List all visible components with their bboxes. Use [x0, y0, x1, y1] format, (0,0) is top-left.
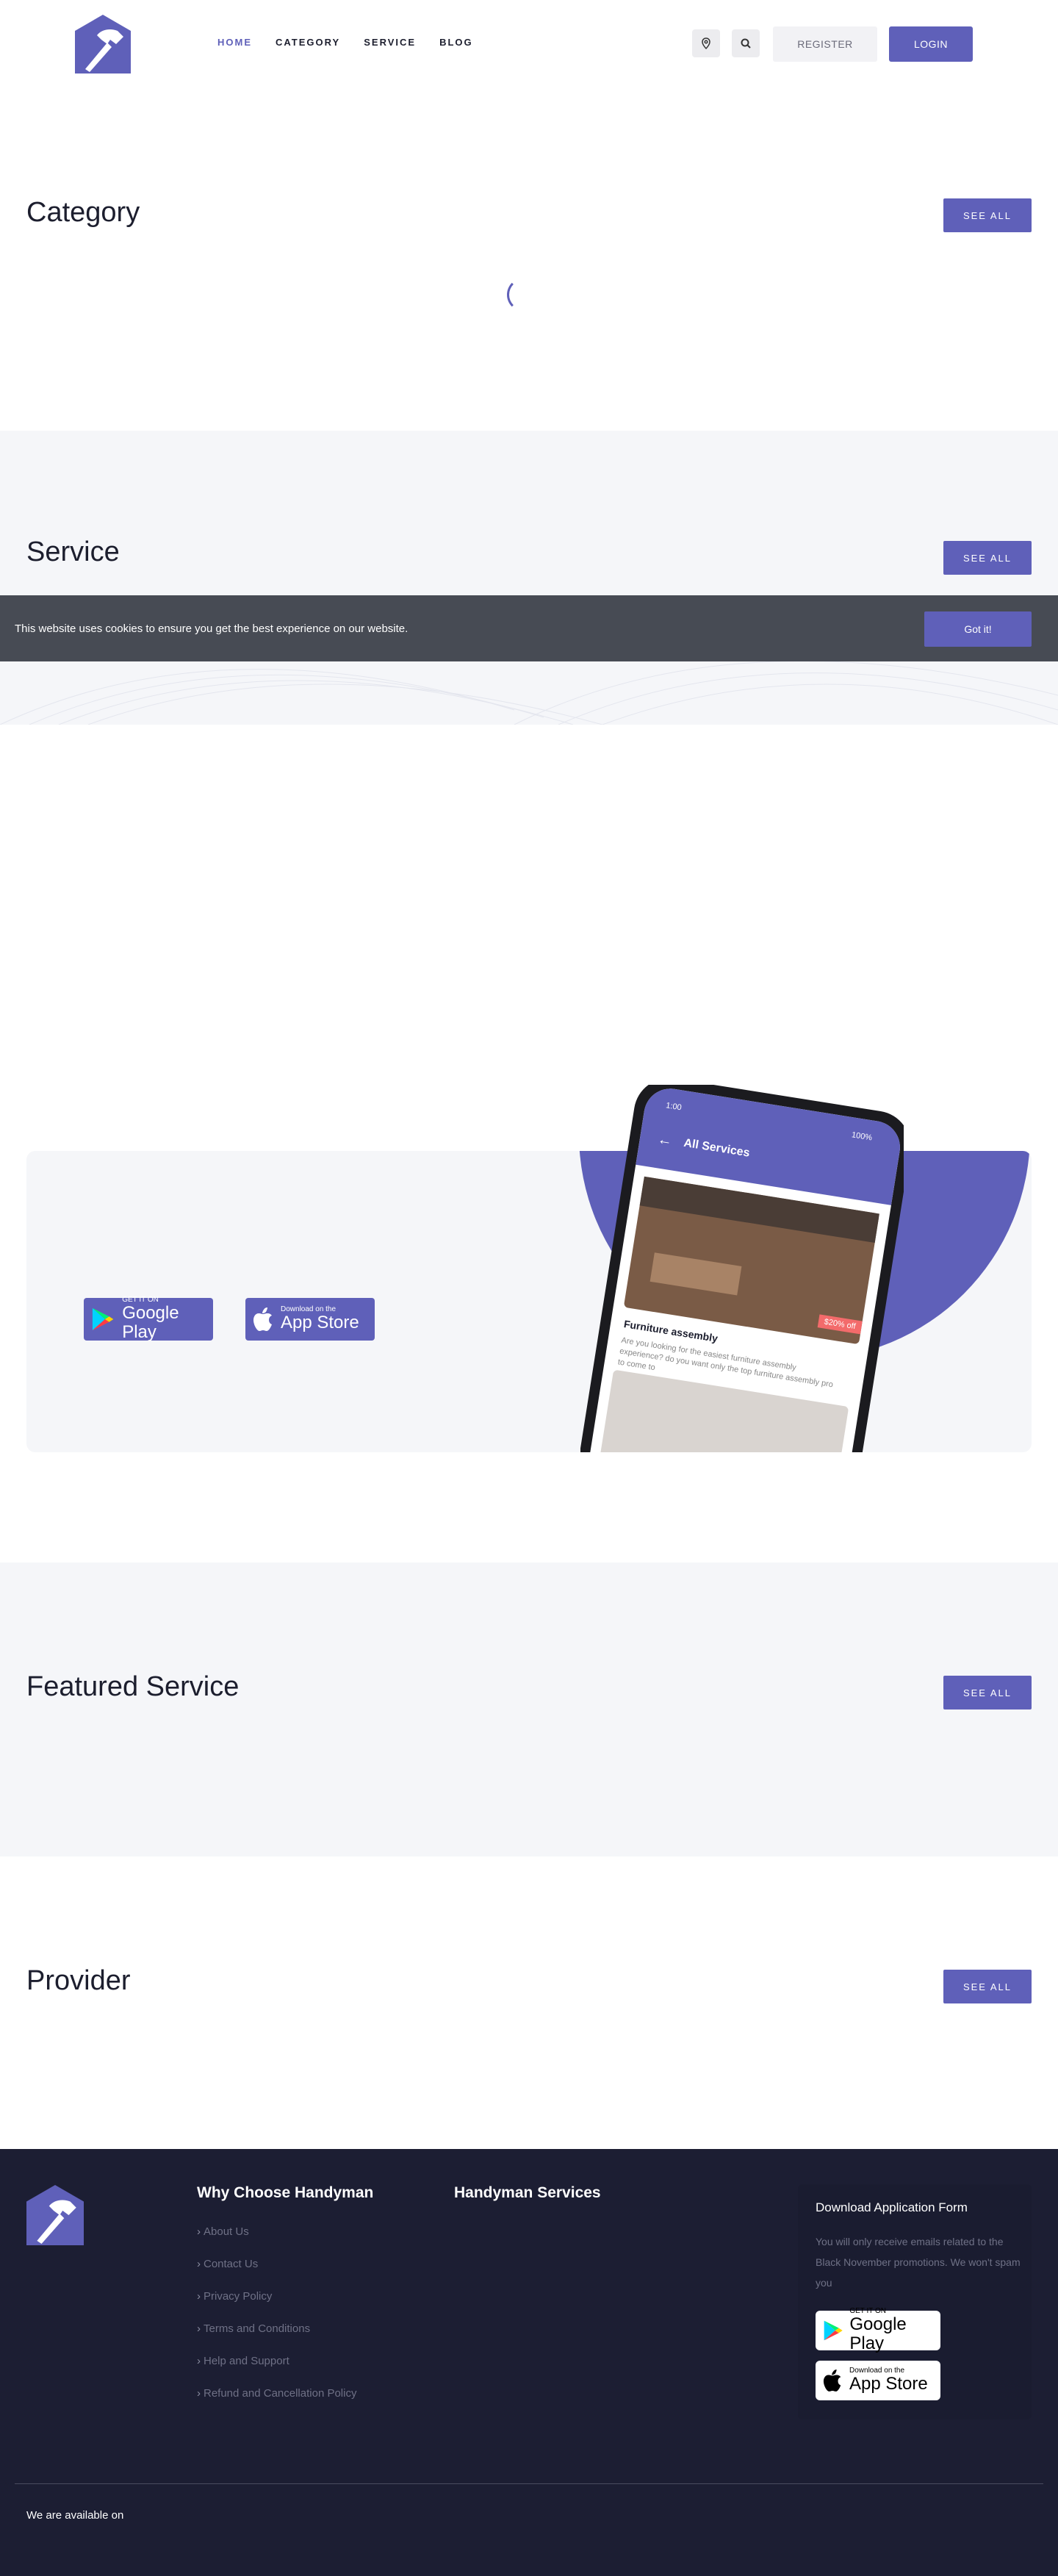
featured-section: Featured Service SEE ALL	[0, 1563, 1058, 1856]
search-button[interactable]	[732, 29, 760, 57]
app-download-section: GET IT ON Google Play Download on the App …	[0, 725, 1058, 1563]
logo-icon[interactable]	[75, 15, 131, 73]
app-store-large: App Store	[281, 1312, 359, 1332]
service-title: Service	[26, 537, 120, 567]
service-see-all-button[interactable]: SEE ALL	[943, 541, 1032, 575]
download-title: Download Application Form	[816, 2200, 968, 2214]
footer-link-help[interactable]: Help and Support	[197, 2355, 356, 2387]
google-play-icon	[92, 1307, 114, 1331]
footer-google-play-button[interactable]: GET IT ON Google Play	[816, 2307, 940, 2353]
footer-link-terms[interactable]: Terms and Conditions	[197, 2322, 356, 2355]
cookie-banner: This website uses cookies to ensure you …	[0, 595, 1058, 661]
nav-service[interactable]: SERVICE	[364, 37, 416, 48]
phone-screen-title: All Services	[683, 1136, 751, 1160]
location-button[interactable]	[692, 29, 720, 57]
nav-home[interactable]: HOME	[217, 37, 252, 48]
service-section: Service SEE ALL	[0, 431, 1058, 725]
main-nav: HOME CATEGORY SERVICE BLOG	[217, 37, 473, 48]
phone-time: 1:00	[665, 1101, 683, 1113]
nav-blog[interactable]: BLOG	[439, 37, 473, 48]
category-section: Category SEE ALL	[0, 88, 1058, 431]
footer-col2-title: Handyman Services	[454, 2184, 601, 2201]
category-see-all-button[interactable]: SEE ALL	[943, 198, 1032, 232]
footer-links: About Us Contact Us Privacy Policy Terms…	[197, 2225, 356, 2419]
site-header: HOME CATEGORY SERVICE BLOG REGISTER LOGI…	[0, 0, 1058, 88]
featured-see-all-button[interactable]: SEE ALL	[943, 1676, 1032, 1709]
footer-link-contact[interactable]: Contact Us	[197, 2258, 356, 2290]
available-on-text: We are available on	[26, 2509, 124, 2522]
footer-app-store-large: App Store	[849, 2373, 928, 2394]
download-box: Download Application Form You will only …	[798, 2184, 1032, 2419]
back-arrow-icon: ←	[656, 1131, 674, 1149]
footer-divider	[15, 2483, 1043, 2484]
cookie-accept-button[interactable]: Got it!	[924, 611, 1032, 647]
footer-link-privacy[interactable]: Privacy Policy	[197, 2290, 356, 2322]
site-footer: Why Choose Handyman About Us Contact Us …	[0, 2149, 1058, 2576]
search-icon	[741, 38, 751, 49]
phone-battery: 100%	[851, 1130, 873, 1143]
google-play-large: Google Play	[122, 1302, 179, 1342]
footer-col1-title: Why Choose Handyman	[197, 2184, 374, 2201]
category-title: Category	[26, 197, 140, 228]
cookie-text: This website uses cookies to ensure you …	[15, 622, 409, 635]
google-play-button[interactable]: GET IT ON Google Play	[84, 1296, 213, 1342]
login-button[interactable]: LOGIN	[889, 26, 973, 62]
google-play-icon	[824, 2320, 843, 2341]
download-desc: You will only receive emails related to …	[816, 2236, 1021, 2289]
apple-icon	[823, 2369, 841, 2392]
provider-section: Provider SEE ALL	[0, 1856, 1058, 2149]
footer-logo-icon[interactable]	[26, 2184, 84, 2246]
loading-spinner	[507, 278, 541, 312]
provider-see-all-button[interactable]: SEE ALL	[943, 1970, 1032, 2003]
discount-badge: $20% off	[817, 1314, 863, 1335]
footer-app-store-button[interactable]: Download on the App Store	[816, 2361, 940, 2400]
phone-mockup: 1:00 100% ← All Services $20% off Furnit…	[580, 1085, 904, 1452]
footer-link-about[interactable]: About Us	[197, 2225, 356, 2258]
footer-google-play-large: Google Play	[849, 2314, 907, 2353]
location-pin-icon	[702, 37, 710, 49]
nav-category[interactable]: CATEGORY	[276, 37, 340, 48]
register-button[interactable]: REGISTER	[773, 26, 877, 62]
apple-icon	[253, 1307, 272, 1331]
footer-link-refund[interactable]: Refund and Cancellation Policy	[197, 2387, 356, 2419]
provider-title: Provider	[26, 1965, 131, 1996]
featured-title: Featured Service	[26, 1671, 240, 1702]
service-photo: $20% off	[623, 1176, 879, 1345]
app-store-button[interactable]: Download on the App Store	[245, 1298, 375, 1341]
